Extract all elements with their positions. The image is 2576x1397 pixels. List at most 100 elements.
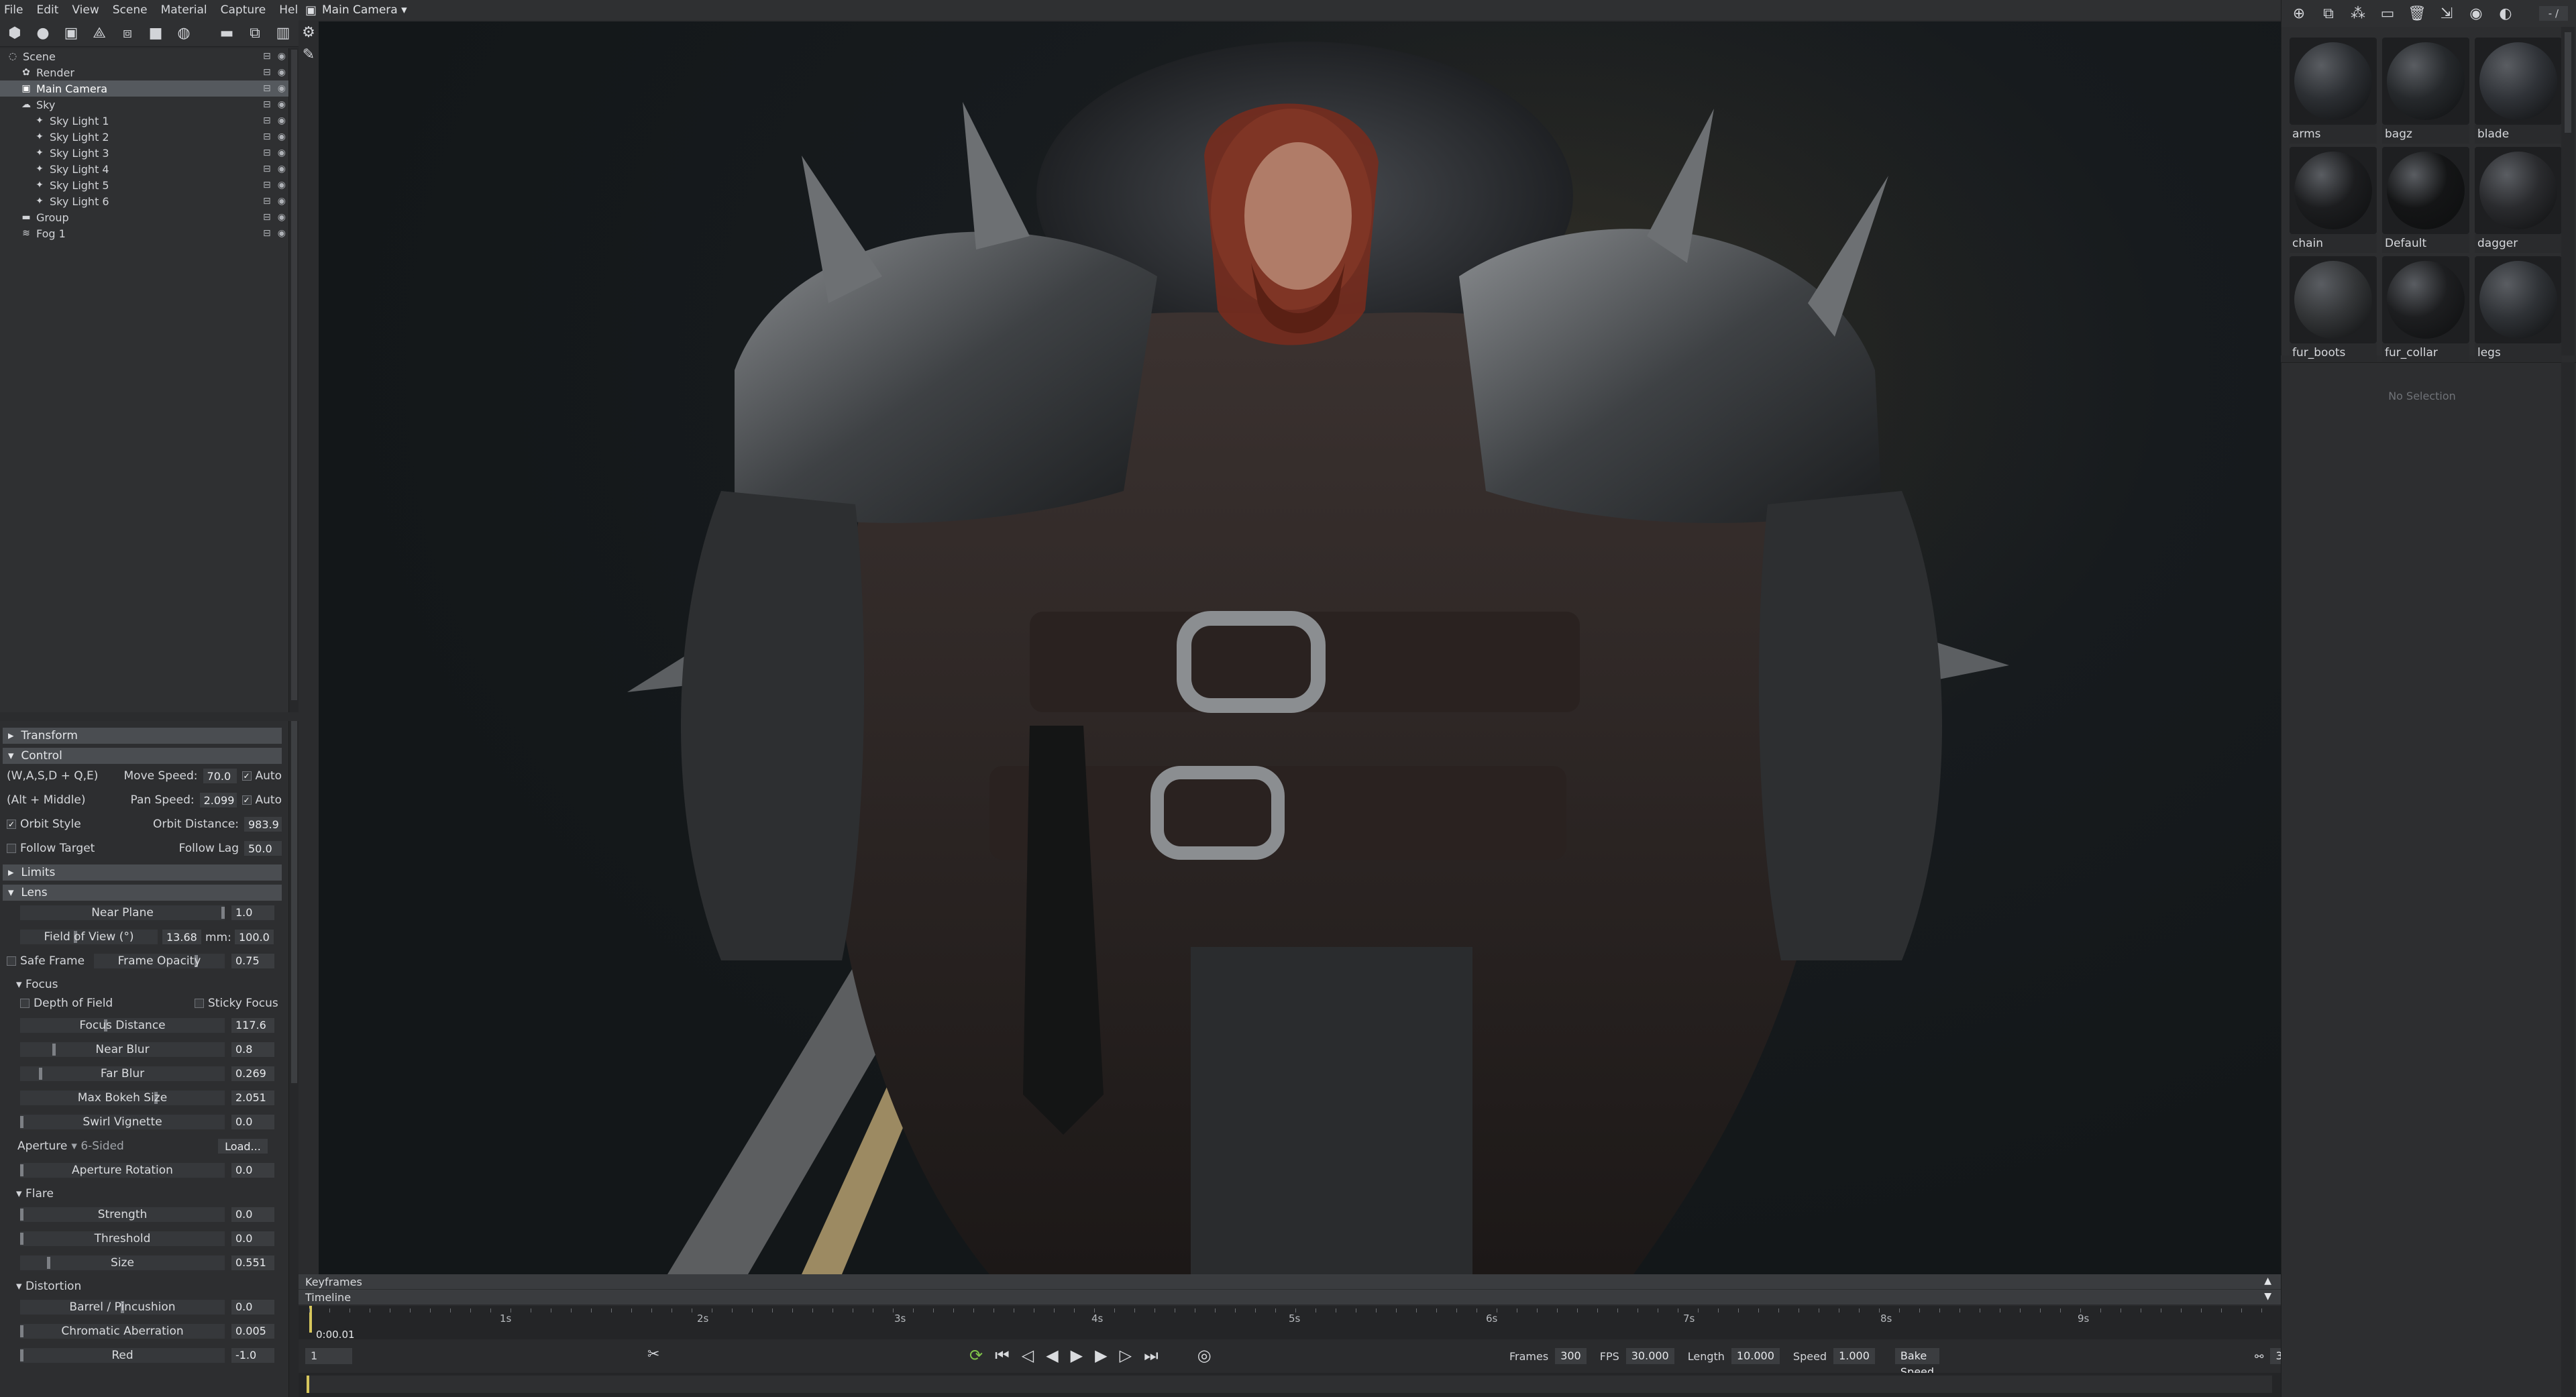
next-key-icon[interactable]: ▷ — [1120, 1346, 1132, 1365]
orbit-style-checkbox[interactable]: ✓ Orbit Style — [7, 818, 102, 831]
lock-icon[interactable]: ⊟ — [263, 148, 271, 158]
frame-opacity-slider[interactable]: Frame Opacity — [94, 954, 225, 968]
material-default[interactable]: Default — [2382, 147, 2469, 253]
tree-item-sky-light-1[interactable]: ✦ Sky Light 1 ⊟ ◉ — [0, 113, 288, 129]
tree-item-render[interactable]: ✿ Render ⊟ ◉ — [0, 64, 288, 80]
aperture-rotation-slider[interactable]: Aperture Rotation — [20, 1163, 225, 1178]
length-field[interactable]: 10.000 — [1731, 1348, 1780, 1364]
lock-icon[interactable]: ⊟ — [263, 164, 271, 174]
tree-item-sky-light-5[interactable]: ✦ Sky Light 5 ⊟ ◉ — [0, 177, 288, 193]
gear-icon[interactable]: ⚙ — [302, 24, 315, 41]
near-blur-slider[interactable]: Near Blur — [20, 1042, 225, 1057]
lock-icon[interactable]: ⊟ — [263, 67, 271, 78]
camera-selector[interactable]: Main Camera ▾ — [322, 3, 407, 17]
properties-scrollbar[interactable] — [288, 721, 299, 1397]
select-material-icon[interactable]: ⇲ — [2437, 4, 2456, 23]
material-grid-scrollbar[interactable] — [2561, 27, 2575, 355]
move-speed-field[interactable]: 70.0 — [203, 769, 237, 783]
barrel-field[interactable]: 0.0 — [231, 1300, 274, 1315]
load-aperture-button[interactable]: Load... — [218, 1139, 268, 1154]
size-field[interactable]: 0.551 — [231, 1255, 274, 1270]
tree-item-sky-light-6[interactable]: ✦ Sky Light 6 ⊟ ◉ — [0, 193, 288, 209]
eye-icon[interactable]: ◉ — [278, 148, 286, 158]
sphere-icon[interactable]: ◍ — [174, 24, 193, 43]
bake-speed-button[interactable]: Bake Speed — [1894, 1348, 1940, 1378]
near-plane-field[interactable]: 1.0 — [231, 905, 274, 920]
viewport[interactable] — [319, 21, 2281, 1274]
light-icon[interactable]: ● — [34, 24, 52, 43]
tree-item-sky-light-3[interactable]: ✦ Sky Light 3 ⊟ ◉ — [0, 145, 288, 161]
menu-material[interactable]: Material — [161, 3, 207, 17]
material-legs[interactable]: legs — [2475, 256, 2562, 362]
strength-slider[interactable]: Strength — [20, 1207, 225, 1222]
settings-icon[interactable]: ◎ — [1197, 1346, 1212, 1365]
tree-item-fog-1[interactable]: ≋ Fog 1 ⊟ ◉ — [0, 225, 288, 241]
near-blur-field[interactable]: 0.8 — [231, 1042, 274, 1057]
box-icon[interactable]: ■ — [146, 24, 165, 43]
lock-icon[interactable]: ⊟ — [263, 51, 271, 62]
dof-checkbox[interactable]: Depth of Field — [20, 997, 113, 1010]
eye-icon[interactable]: ◉ — [278, 115, 286, 126]
swirl-slider[interactable]: Swirl Vignette — [20, 1115, 225, 1129]
menu-view[interactable]: View — [72, 3, 99, 17]
frame-field[interactable]: 1 — [305, 1348, 352, 1364]
orbit-distance-field[interactable]: 983.9 — [244, 817, 282, 832]
menu-edit[interactable]: Edit — [36, 3, 58, 17]
threshold-field[interactable]: 0.0 — [231, 1231, 274, 1246]
mm-field[interactable]: 100.0 — [235, 930, 274, 944]
tree-item-main-camera[interactable]: ▣ Main Camera ⊟ ◉ — [0, 80, 288, 97]
step-back-icon[interactable]: ◀ — [1046, 1346, 1058, 1365]
chromatic-field[interactable]: 0.005 — [231, 1324, 274, 1339]
trash-icon[interactable]: ▥ — [274, 24, 292, 43]
camera-icon[interactable]: ▣ — [62, 24, 80, 43]
auto-pan-checkbox[interactable]: ✓ Auto — [241, 793, 282, 807]
scene-icon[interactable]: ⬢ — [5, 24, 24, 43]
far-blur-field[interactable]: 0.269 — [231, 1066, 274, 1081]
tree-item-sky-light-2[interactable]: ✦ Sky Light 2 ⊟ ◉ — [0, 129, 288, 145]
safe-frame-checkbox[interactable]: Safe Frame — [7, 954, 85, 968]
keyframes-bar[interactable]: Keyframes ▲ — [299, 1274, 2281, 1289]
subsection-distortion[interactable]: ▾ Distortion — [0, 1278, 288, 1295]
lock-icon[interactable]: ⊟ — [263, 180, 271, 190]
skip-end-icon[interactable]: ⏭ — [1144, 1346, 1159, 1365]
material-path[interactable]: - / — [2538, 6, 2568, 21]
barrel-slider[interactable]: Barrel / Pincushion — [20, 1300, 225, 1315]
section-limits[interactable]: ▸ Limits — [3, 864, 282, 881]
eye-icon[interactable]: ◉ — [278, 131, 286, 142]
link-icon[interactable]: ⚯ — [2255, 1350, 2263, 1363]
mesh-icon[interactable]: ⟁ — [90, 24, 109, 43]
near-plane-slider[interactable]: Near Plane — [20, 905, 225, 920]
eye-icon[interactable]: ◉ — [278, 212, 286, 223]
fov-field[interactable]: 13.68 — [162, 930, 201, 944]
folder-icon[interactable]: ▬ — [217, 24, 236, 43]
chromatic-slider[interactable]: Chromatic Aberration — [20, 1324, 225, 1339]
menu-file[interactable]: File — [4, 3, 23, 17]
sphere-preview-icon[interactable]: ◐ — [2496, 4, 2515, 23]
timeline-track[interactable] — [299, 1373, 2281, 1397]
section-transform[interactable]: ▸ Transform — [3, 728, 282, 744]
red-slider[interactable]: Red — [20, 1348, 225, 1363]
pick-icon[interactable]: ◉ — [2467, 4, 2485, 23]
follow-target-checkbox[interactable]: Follow Target — [7, 842, 105, 855]
material-bagz[interactable]: bagz — [2382, 38, 2469, 144]
skip-start-icon[interactable]: ⏮ — [995, 1346, 1010, 1365]
pan-speed-field[interactable]: 2.099 — [199, 793, 237, 807]
focus-distance-slider[interactable]: Focus Distance — [20, 1018, 225, 1033]
lock-icon[interactable]: ⊟ — [263, 99, 271, 110]
lock-icon[interactable]: ⊟ — [263, 196, 271, 207]
tree-item-group[interactable]: ▬ Group ⊟ ◉ — [0, 209, 288, 225]
lock-icon[interactable]: ⊟ — [263, 212, 271, 223]
group-icon[interactable]: ⧈ — [118, 24, 137, 43]
section-control[interactable]: ▾ Control — [3, 748, 282, 764]
eye-icon[interactable]: ◉ — [278, 180, 286, 190]
frames-field[interactable]: 300 — [1555, 1348, 1587, 1364]
subsection-flare[interactable]: ▾ Flare — [0, 1185, 288, 1203]
eye-icon[interactable]: ◉ — [278, 164, 286, 174]
pattern-icon[interactable]: ⁂ — [2349, 4, 2367, 23]
eye-icon[interactable]: ◉ — [278, 228, 286, 239]
lock-icon[interactable]: ⊟ — [263, 131, 271, 142]
strength-field[interactable]: 0.0 — [231, 1207, 274, 1222]
fov-slider[interactable]: Field of View (°) — [20, 930, 158, 944]
lock-icon[interactable]: ⊟ — [263, 115, 271, 126]
threshold-slider[interactable]: Threshold — [20, 1231, 225, 1246]
